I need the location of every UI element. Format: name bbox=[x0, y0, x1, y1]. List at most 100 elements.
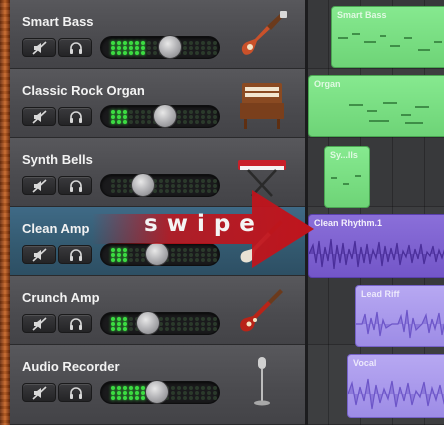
region-organ[interactable]: Organ bbox=[308, 75, 444, 137]
speaker-muted-icon bbox=[32, 41, 47, 55]
solo-button[interactable] bbox=[58, 176, 92, 195]
meter-led bbox=[129, 41, 133, 45]
meter-led bbox=[189, 115, 193, 119]
meter-led bbox=[165, 327, 169, 331]
meter-led bbox=[213, 317, 217, 321]
meter-led bbox=[213, 46, 217, 50]
region-smart-bass[interactable]: Smart Bass bbox=[331, 6, 444, 68]
region-synth-bells[interactable]: Sy...lls bbox=[324, 146, 370, 208]
meter-led bbox=[147, 115, 151, 119]
meter-led bbox=[165, 317, 169, 321]
meter-led bbox=[201, 386, 205, 390]
meter-led bbox=[135, 120, 139, 124]
meter-led bbox=[195, 322, 199, 326]
volume-knob[interactable] bbox=[153, 104, 178, 128]
headphones-icon bbox=[70, 387, 82, 399]
meter-led bbox=[201, 179, 205, 183]
meter-led bbox=[183, 317, 187, 321]
meter-led bbox=[213, 179, 217, 183]
meter-led bbox=[201, 51, 205, 55]
solo-button[interactable] bbox=[58, 107, 92, 126]
volume-knob[interactable] bbox=[157, 35, 182, 59]
meter-led bbox=[183, 46, 187, 50]
meter-led bbox=[189, 41, 193, 45]
meter-led bbox=[207, 110, 211, 114]
meter-led bbox=[213, 184, 217, 188]
meter-led bbox=[207, 41, 211, 45]
level-meter bbox=[111, 317, 217, 331]
meter-led bbox=[195, 46, 199, 50]
meter-led bbox=[177, 110, 181, 114]
meter-led bbox=[111, 322, 115, 326]
meter-led bbox=[117, 391, 121, 395]
meter-led bbox=[207, 115, 211, 119]
solo-button[interactable] bbox=[58, 38, 92, 57]
meter-led bbox=[117, 46, 121, 50]
mute-button[interactable] bbox=[22, 245, 56, 264]
meter-led bbox=[201, 327, 205, 331]
meter-led bbox=[135, 115, 139, 119]
volume-slider[interactable] bbox=[100, 380, 220, 404]
track-timeline-area[interactable]: Smart Bass Organ Sy...lls Clean Rhythm.1… bbox=[308, 0, 444, 425]
headphones-icon bbox=[70, 180, 82, 192]
meter-led bbox=[135, 391, 139, 395]
volume-knob[interactable] bbox=[144, 380, 169, 404]
region-vocal[interactable]: Vocal bbox=[347, 354, 444, 418]
meter-led bbox=[129, 120, 133, 124]
meter-led bbox=[165, 179, 169, 183]
meter-led bbox=[177, 386, 181, 390]
meter-led bbox=[135, 396, 139, 400]
mute-button[interactable] bbox=[22, 314, 56, 333]
mute-button[interactable] bbox=[22, 107, 56, 126]
meter-led bbox=[183, 120, 187, 124]
meter-led bbox=[171, 184, 175, 188]
meter-led bbox=[207, 51, 211, 55]
volume-slider[interactable] bbox=[100, 311, 220, 335]
mute-button[interactable] bbox=[22, 38, 56, 57]
meter-led bbox=[183, 51, 187, 55]
meter-led bbox=[183, 322, 187, 326]
meter-led bbox=[117, 115, 121, 119]
meter-led bbox=[213, 386, 217, 390]
meter-led bbox=[177, 179, 181, 183]
track-header-classic-rock-organ[interactable]: Classic Rock Organ bbox=[10, 69, 305, 138]
solo-button[interactable] bbox=[58, 314, 92, 333]
region-clean-rhythm[interactable]: Clean Rhythm.1 bbox=[308, 214, 444, 278]
meter-led bbox=[195, 327, 199, 331]
volume-slider[interactable] bbox=[100, 104, 220, 128]
meter-led bbox=[189, 391, 193, 395]
meter-led bbox=[213, 51, 217, 55]
solo-button[interactable] bbox=[58, 245, 92, 264]
track-header-smart-bass[interactable]: Smart Bass bbox=[10, 0, 305, 69]
meter-led bbox=[183, 179, 187, 183]
meter-led bbox=[171, 327, 175, 331]
meter-led bbox=[165, 322, 169, 326]
meter-led bbox=[129, 327, 133, 331]
track-header-crunch-amp[interactable]: Crunch Amp bbox=[10, 276, 305, 345]
meter-led bbox=[141, 51, 145, 55]
meter-led bbox=[207, 386, 211, 390]
meter-led bbox=[189, 110, 193, 114]
region-lead-riff[interactable]: Lead Riff bbox=[355, 285, 444, 347]
speaker-muted-icon bbox=[32, 110, 47, 124]
meter-led bbox=[189, 396, 193, 400]
grid-line bbox=[328, 0, 329, 425]
meter-led bbox=[111, 115, 115, 119]
meter-led bbox=[153, 41, 157, 45]
meter-led bbox=[135, 110, 139, 114]
meter-led bbox=[141, 46, 145, 50]
volume-knob[interactable] bbox=[135, 311, 160, 335]
volume-slider[interactable] bbox=[100, 35, 220, 59]
mute-button[interactable] bbox=[22, 176, 56, 195]
solo-button[interactable] bbox=[58, 383, 92, 402]
meter-led bbox=[147, 51, 151, 55]
track-header-audio-recorder[interactable]: Audio Recorder bbox=[10, 345, 305, 425]
meter-led bbox=[117, 184, 121, 188]
mute-button[interactable] bbox=[22, 383, 56, 402]
meter-led bbox=[147, 41, 151, 45]
meter-led bbox=[183, 41, 187, 45]
meter-led bbox=[189, 120, 193, 124]
meter-led bbox=[207, 317, 211, 321]
meter-led bbox=[207, 46, 211, 50]
wood-panel-edge bbox=[0, 0, 10, 425]
